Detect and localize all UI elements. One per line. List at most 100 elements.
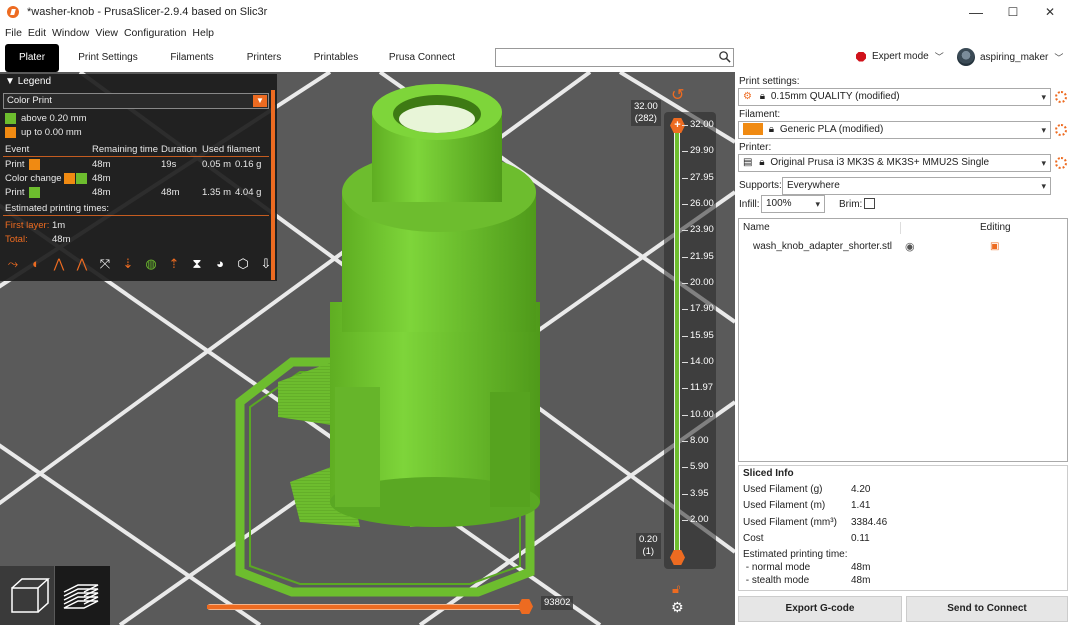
edit-icon[interactable]: ▣ — [990, 238, 999, 256]
supports-select[interactable]: Everywhere ▾ — [782, 177, 1051, 195]
filament-color-swatch — [743, 123, 763, 136]
shells-icon[interactable]: ⬡ — [234, 255, 252, 273]
info-label: Cost — [743, 533, 764, 544]
info-label: Used Filament (g) — [743, 484, 823, 495]
filament-select[interactable]: 🔒︎ Generic PLA (modified) ▾ — [738, 121, 1051, 139]
move-slider-fill — [207, 605, 523, 609]
chevron-down-icon: ﹀ — [934, 52, 944, 62]
col-event: Event — [5, 144, 30, 155]
expert-mode-icon — [856, 51, 866, 62]
color-swatch — [5, 113, 16, 124]
chevron-down-icon: ▾ — [1041, 181, 1046, 191]
gear-icon[interactable] — [1055, 157, 1067, 169]
travel-icon[interactable]: ⤳ — [4, 255, 22, 273]
window-title: *washer-knob - PrusaSlicer-2.9.4 based o… — [27, 6, 268, 18]
tab-print-settings[interactable]: Print Settings — [72, 44, 144, 72]
main-toolbar: Plater Print Settings Filaments Printers… — [0, 44, 1069, 72]
infill-select[interactable]: 100% ▾ — [761, 195, 825, 213]
gear-icon[interactable] — [1055, 124, 1067, 136]
layer-slider-fill — [675, 126, 679, 558]
revert-icon[interactable]: ↺ — [671, 85, 684, 105]
layer-tick-label: 23.90 — [682, 224, 714, 236]
list-item[interactable]: wash_knob_adapter_shorter.stl ◉ ▣ — [739, 238, 1067, 256]
chevron-down-icon: ▾ — [815, 199, 820, 209]
tool-change-icon[interactable]: ⇣ — [119, 255, 137, 273]
info-label: Used Filament (m) — [743, 500, 826, 511]
close-button[interactable]: ✕ — [1032, 0, 1068, 24]
col-remaining: Remaining time — [92, 144, 158, 155]
printer-icon: ▤ — [743, 157, 753, 168]
search-input[interactable] — [495, 48, 734, 67]
title-bar: *washer-knob - PrusaSlicer-2.9.4 based o… — [0, 0, 1069, 24]
infill-value: 100% — [766, 198, 792, 209]
lock-icon[interactable]: 🔓︎ — [672, 581, 680, 597]
tab-printables[interactable]: Printables — [305, 44, 367, 72]
deretraction-icon[interactable]: ⋀ — [73, 255, 91, 273]
info-value: 0.11 — [851, 533, 870, 544]
event-length: 1.35 m — [202, 187, 232, 198]
view-mode-buttons — [0, 566, 110, 625]
maximize-button[interactable]: ☐ — [995, 0, 1031, 24]
info-value: 1.41 — [851, 500, 871, 511]
menu-configuration[interactable]: Configuration — [124, 27, 186, 39]
info-value: 48m — [851, 562, 871, 573]
supports-label: Supports: — [739, 180, 782, 191]
tab-prusa-connect[interactable]: Prusa Connect — [385, 44, 459, 72]
print-settings-value: 0.15mm QUALITY (modified) — [770, 91, 900, 102]
layer-tick-label: 26.00 — [682, 198, 714, 209]
layers-view-button — [55, 566, 110, 625]
send-to-connect-button[interactable]: Send to Connect — [906, 596, 1068, 622]
event-duration: 48m — [161, 187, 180, 198]
layer-tick-label: 14.00 — [682, 356, 714, 367]
bottom-thumb-icon[interactable] — [670, 550, 685, 565]
print-settings-select[interactable]: ⚙ 🔒︎ 0.15mm QUALITY (modified) ▾ — [738, 88, 1051, 106]
object-list[interactable]: Name Editing wash_knob_adapter_shorter.s… — [738, 218, 1068, 462]
layer-tick-label: 21.95 — [682, 250, 714, 262]
settings-cog-icon[interactable]: ⚙ — [671, 599, 684, 616]
brim-checkbox[interactable] — [864, 198, 875, 209]
menu-edit[interactable]: Edit — [28, 27, 46, 39]
sliced-info: Sliced Info Used Filament (g) 4.20 Used … — [738, 465, 1068, 591]
menu-window[interactable]: Window — [52, 27, 89, 39]
pause-icon[interactable]: ⇡ — [165, 255, 183, 273]
eye-icon[interactable]: ◉ — [905, 238, 915, 256]
wipe-icon[interactable]: ◐ — [27, 255, 45, 273]
menu-file[interactable]: File — [5, 27, 22, 39]
info-value: 4.20 — [851, 484, 871, 495]
total-label: Total: — [5, 234, 28, 245]
object-list-header: Name Editing — [739, 219, 1067, 237]
printer-select[interactable]: ▤ 🔒︎ Original Prusa i3 MK3S & MK3S+ MMU2… — [738, 154, 1051, 172]
event-duration: 19s — [161, 159, 177, 170]
menu-help[interactable]: Help — [192, 27, 214, 39]
center-of-gravity-icon[interactable]: ◕ — [211, 255, 229, 273]
minimize-button[interactable]: — — [958, 0, 994, 24]
collapse-arrow-icon: ▼ — [5, 76, 18, 87]
chevron-down-icon: ﹀ — [1054, 52, 1064, 63]
event-length: 0.05 m — [202, 159, 232, 170]
perspective-view-button — [0, 566, 54, 625]
tab-plater[interactable]: Plater — [5, 44, 59, 72]
tab-filaments[interactable]: Filaments — [162, 44, 222, 72]
retraction-icon[interactable]: ⋀ — [50, 255, 68, 273]
export-gcode-button[interactable]: Export G-code — [738, 596, 902, 622]
filament-label: Filament: — [739, 109, 781, 120]
menu-view[interactable]: View — [95, 27, 118, 39]
event-remaining: 48m — [92, 173, 111, 184]
chevron-down-icon: ▾ — [1041, 92, 1046, 102]
event-row: Print — [5, 159, 45, 170]
view-type-select[interactable]: Color Print ▼ — [3, 93, 269, 109]
sliced-model — [235, 84, 540, 597]
user-account[interactable]: aspiring_maker ﹀ — [957, 48, 1063, 66]
tab-printers[interactable]: Printers — [238, 44, 290, 72]
seam-icon[interactable]: ⤧ — [96, 255, 114, 273]
layer-tick-label: 11.97 — [681, 382, 714, 394]
gear-icon[interactable] — [1055, 91, 1067, 103]
mode-selector[interactable]: Expert mode ﹀ — [856, 50, 944, 63]
prusaslicer-logo-icon — [7, 6, 19, 18]
color-change-icon[interactable]: ◍ — [142, 255, 160, 273]
legend-scrollbar[interactable] — [271, 90, 275, 280]
legend-header[interactable]: ▼ Legend — [0, 74, 277, 90]
move-slider[interactable] — [207, 599, 533, 614]
custom-gcode-icon[interactable]: ⧗ — [188, 255, 206, 273]
mode-label: Expert mode — [872, 51, 929, 62]
